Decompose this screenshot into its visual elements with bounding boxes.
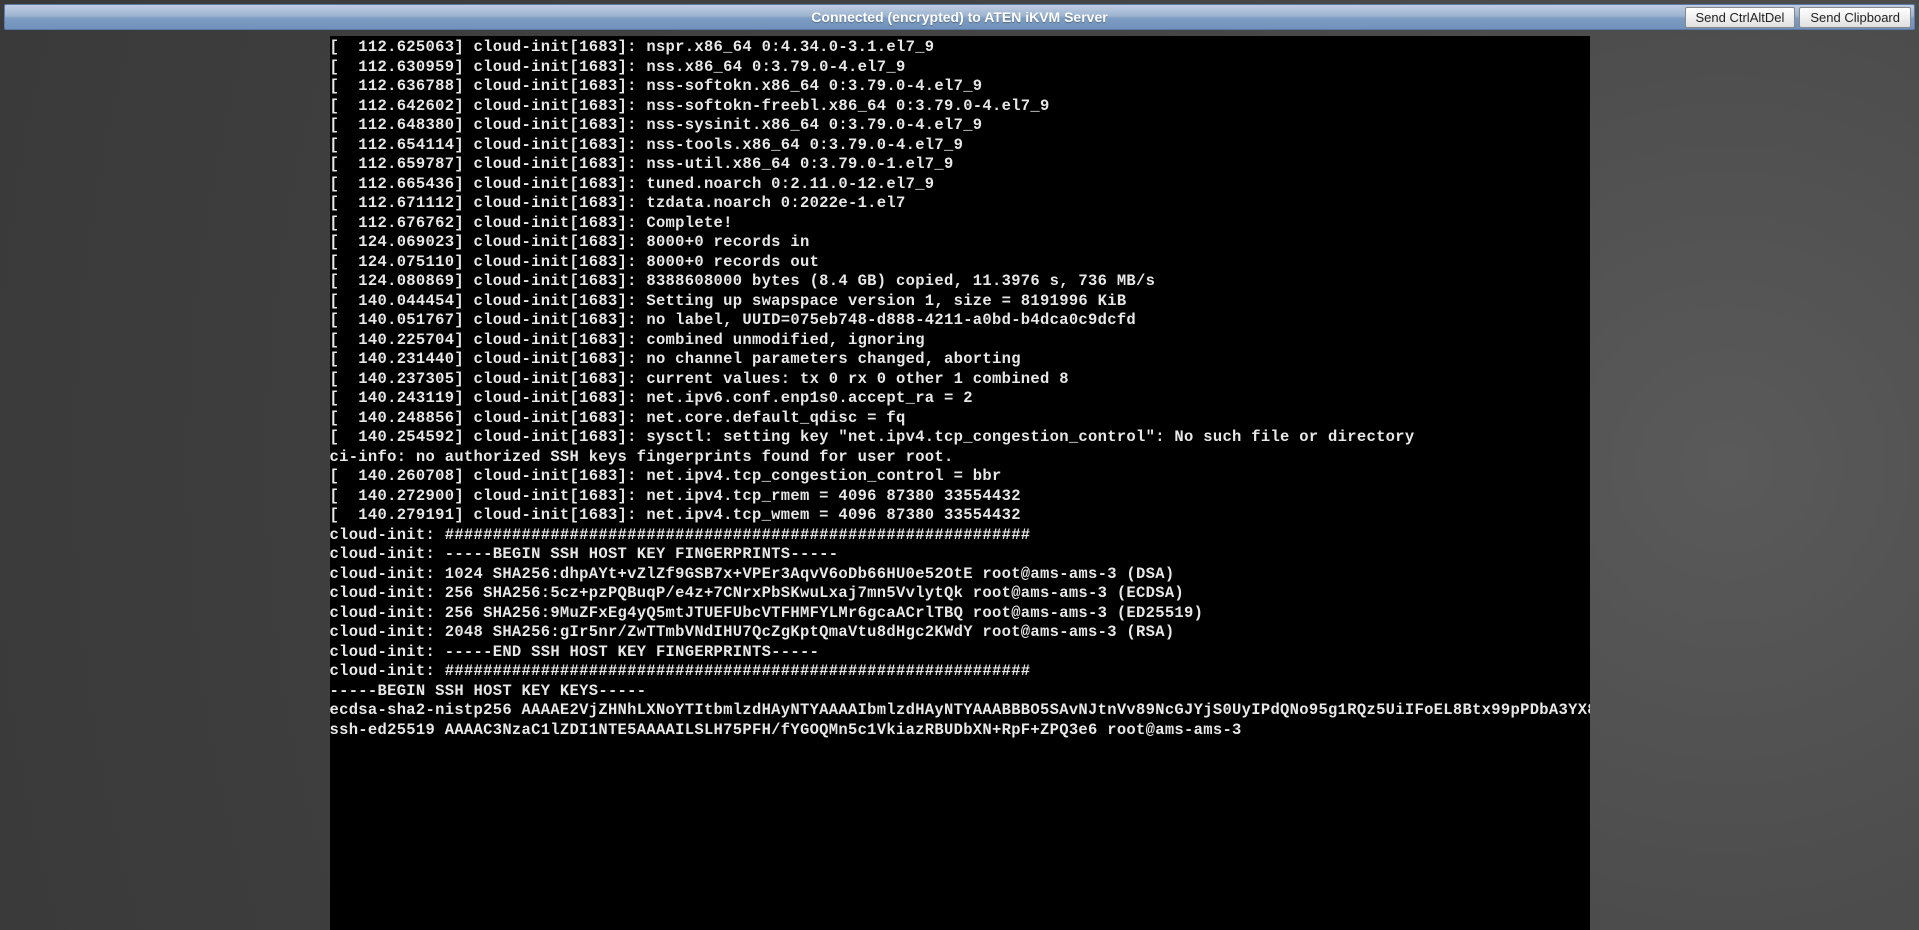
console-line: [ 124.069023] cloud-init[1683]: 8000+0 r… (330, 233, 1590, 253)
console-line: [ 112.659787] cloud-init[1683]: nss-util… (330, 155, 1590, 175)
console-line: [ 124.080869] cloud-init[1683]: 83886080… (330, 272, 1590, 292)
console-line: [ 112.625063] cloud-init[1683]: nspr.x86… (330, 38, 1590, 58)
console-line: [ 112.665436] cloud-init[1683]: tuned.no… (330, 175, 1590, 195)
console-line: [ 140.044454] cloud-init[1683]: Setting … (330, 292, 1590, 312)
console-line: cloud-init: ############################… (330, 526, 1590, 546)
console-line: [ 140.279191] cloud-init[1683]: net.ipv4… (330, 506, 1590, 526)
console-line: [ 112.636788] cloud-init[1683]: nss-soft… (330, 77, 1590, 97)
console-line: cloud-init: 256 SHA256:5cz+pzPQBuqP/e4z+… (330, 584, 1590, 604)
console-line: [ 140.237305] cloud-init[1683]: current … (330, 370, 1590, 390)
console-line: cloud-init: -----END SSH HOST KEY FINGER… (330, 643, 1590, 663)
console-line: [ 112.648380] cloud-init[1683]: nss-sysi… (330, 116, 1590, 136)
console-line: [ 112.654114] cloud-init[1683]: nss-tool… (330, 136, 1590, 156)
console-line: cloud-init: -----BEGIN SSH HOST KEY FING… (330, 545, 1590, 565)
console-line: [ 124.075110] cloud-init[1683]: 8000+0 r… (330, 253, 1590, 273)
console-line: [ 140.231440] cloud-init[1683]: no chann… (330, 350, 1590, 370)
console-line: [ 140.272900] cloud-init[1683]: net.ipv4… (330, 487, 1590, 507)
send-clipboard-button[interactable]: Send Clipboard (1799, 7, 1911, 28)
console-line: -----BEGIN SSH HOST KEY KEYS----- (330, 682, 1590, 702)
console-line: [ 140.260708] cloud-init[1683]: net.ipv4… (330, 467, 1590, 487)
send-ctrlaltdel-button[interactable]: Send CtrlAltDel (1685, 7, 1796, 28)
console-line: ci-info: no authorized SSH keys fingerpr… (330, 448, 1590, 468)
console-line: [ 112.676762] cloud-init[1683]: Complete… (330, 214, 1590, 234)
connection-status-text: Connected (encrypted) to ATEN iKVM Serve… (811, 9, 1107, 25)
console-line: ecdsa-sha2-nistp256 AAAAE2VjZHNhLXNoYTIt… (330, 701, 1590, 721)
remote-console[interactable]: [ 112.625063] cloud-init[1683]: nspr.x86… (330, 36, 1590, 930)
console-line: cloud-init: 1024 SHA256:dhpAYt+vZlZf9GSB… (330, 565, 1590, 585)
console-line: cloud-init: 2048 SHA256:gIr5nr/ZwTTmbVNd… (330, 623, 1590, 643)
console-line: [ 140.254592] cloud-init[1683]: sysctl: … (330, 428, 1590, 448)
console-line: [ 140.225704] cloud-init[1683]: combined… (330, 331, 1590, 351)
titlebar-buttons: Send CtrlAltDel Send Clipboard (1685, 7, 1912, 28)
console-line: ssh-ed25519 AAAAC3NzaC1lZDI1NTE5AAAAILSL… (330, 721, 1590, 741)
console-line: [ 140.051767] cloud-init[1683]: no label… (330, 311, 1590, 331)
console-line: [ 112.671112] cloud-init[1683]: tzdata.n… (330, 194, 1590, 214)
console-line: [ 112.630959] cloud-init[1683]: nss.x86_… (330, 58, 1590, 78)
console-line: [ 112.642602] cloud-init[1683]: nss-soft… (330, 97, 1590, 117)
titlebar: Connected (encrypted) to ATEN iKVM Serve… (4, 4, 1915, 30)
console-line: [ 140.248856] cloud-init[1683]: net.core… (330, 409, 1590, 429)
console-line: cloud-init: ############################… (330, 662, 1590, 682)
console-line: [ 140.243119] cloud-init[1683]: net.ipv6… (330, 389, 1590, 409)
console-line: cloud-init: 256 SHA256:9MuZFxEg4yQ5mtJTU… (330, 604, 1590, 624)
